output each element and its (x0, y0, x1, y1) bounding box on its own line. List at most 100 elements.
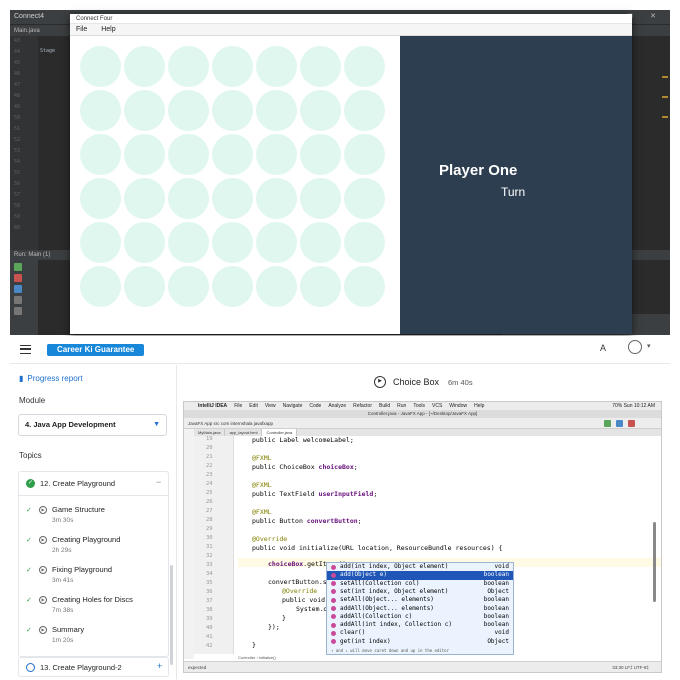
pause-icon[interactable] (14, 285, 22, 293)
top-bar: Career Ki Guarantee A ▾ (10, 336, 670, 364)
print-icon[interactable] (14, 307, 22, 315)
lesson-item[interactable]: ✓ ▶ Game Structure 3m 30s (19, 502, 168, 532)
board-hole[interactable] (80, 46, 121, 87)
menu-help[interactable]: Help (101, 26, 115, 33)
board-hole[interactable] (300, 178, 341, 219)
board-hole[interactable] (300, 90, 341, 131)
module-dropdown[interactable]: 4. Java App Development ▼ (18, 414, 167, 436)
method-icon (331, 606, 336, 612)
autocomplete-popup[interactable]: add(int index, Object element) void add(Ob… (326, 562, 514, 655)
board-hole[interactable] (80, 90, 121, 131)
code-token: userInputField (318, 490, 374, 498)
board-hole[interactable] (256, 222, 297, 263)
board-hole[interactable] (168, 222, 209, 263)
board-hole[interactable] (344, 266, 385, 307)
autocomplete-item[interactable]: clear() void (327, 629, 513, 637)
autocomplete-item[interactable]: add(int index, Object element) void (327, 563, 513, 571)
board-hole[interactable] (124, 46, 165, 87)
topic-header[interactable]: ✓ 12. Create Playground − (19, 472, 168, 496)
game-board[interactable] (70, 36, 400, 334)
board-hole[interactable] (212, 90, 253, 131)
line-number: 20 (206, 445, 213, 451)
board-hole[interactable] (168, 134, 209, 175)
board-hole[interactable] (256, 178, 297, 219)
board-hole[interactable] (344, 222, 385, 263)
topics-heading: Topics (19, 451, 42, 460)
board-hole[interactable] (168, 90, 209, 131)
collapse-icon[interactable]: − (156, 477, 161, 487)
board-hole[interactable] (300, 266, 341, 307)
progress-report-link[interactable]: ▮ Progress report (19, 374, 83, 383)
language-icon[interactable]: A (600, 343, 606, 353)
ij-line-gutter: 19 20 21 22 23 24 25 26 27 28 29 30 31 32 33 34 35 36 37 38… (194, 436, 234, 654)
tab-controller: Controller.java (262, 429, 298, 436)
board-hole[interactable] (256, 134, 297, 175)
lesson-item[interactable]: ✓ ▶ Fixing Playground 3m 41s (19, 562, 168, 592)
board-hole[interactable] (124, 266, 165, 307)
line-number: 29 (206, 526, 213, 532)
board-hole[interactable] (344, 46, 385, 87)
board-hole[interactable] (212, 46, 253, 87)
connect-four-window: Connect Four File Help Player One Turn (70, 14, 632, 334)
board-hole[interactable] (300, 46, 341, 87)
board-hole[interactable] (256, 46, 297, 87)
stop-icon[interactable] (14, 274, 22, 282)
sidebar-scrollbar[interactable] (170, 565, 173, 665)
board-hole[interactable] (168, 178, 209, 219)
menu-file[interactable]: File (76, 26, 87, 33)
autocomplete-item[interactable]: addAll(Collection c) boolean (327, 613, 513, 621)
check-icon: ✓ (26, 627, 32, 634)
board-hole[interactable] (256, 266, 297, 307)
line-number: 37 (206, 598, 213, 604)
lesson-item[interactable]: ✓ ▶ Creating Holes for Discs 7m 38s (19, 592, 168, 622)
autocomplete-item[interactable]: setAll(Object... elements) boolean (327, 596, 513, 604)
board-hole[interactable] (80, 222, 121, 263)
board-hole[interactable] (124, 134, 165, 175)
board-hole[interactable] (212, 222, 253, 263)
mac-menu-item: Build (379, 403, 391, 409)
autocomplete-item[interactable]: addAll(int index, Collection c) boolean (327, 621, 513, 629)
chevron-down-icon[interactable]: ▾ (647, 342, 651, 350)
profile-avatar-icon[interactable] (628, 340, 642, 354)
board-hole[interactable] (168, 266, 209, 307)
board-hole[interactable] (212, 266, 253, 307)
board-hole[interactable] (212, 178, 253, 219)
board-hole[interactable] (300, 134, 341, 175)
layout-icon[interactable] (14, 296, 22, 304)
board-hole[interactable] (168, 46, 209, 87)
board-hole[interactable] (256, 90, 297, 131)
board-hole[interactable] (344, 134, 385, 175)
board-hole[interactable] (124, 90, 165, 131)
board-hole[interactable] (124, 178, 165, 219)
autocomplete-item[interactable]: add(Object e) boolean (327, 571, 513, 580)
video-player[interactable]: IntelliJ IDEA File Edit View Navigate Code Ana… (183, 401, 662, 673)
board-hole[interactable] (212, 134, 253, 175)
board-hole[interactable] (344, 90, 385, 131)
method-signature: addAll(Object... elements) (340, 604, 434, 612)
board-hole[interactable] (80, 178, 121, 219)
lesson-duration: 7m 38s (52, 607, 74, 614)
method-signature: setAll(Object... elements) (340, 596, 434, 604)
board-hole[interactable] (344, 178, 385, 219)
lesson-item[interactable]: ✓ ▶ Creating Playground 2h 29s (19, 532, 168, 562)
ide-run-toolbar (10, 260, 38, 335)
expand-icon[interactable]: + (157, 661, 162, 671)
method-icon (331, 630, 336, 636)
line-number: 27 (206, 508, 213, 514)
line-number: 57 (14, 192, 21, 198)
topic-card-next[interactable]: 13. Create Playground-2 + (18, 657, 169, 677)
play-circle-icon[interactable]: ▶ (374, 376, 386, 388)
board-hole[interactable] (300, 222, 341, 263)
board-hole[interactable] (80, 266, 121, 307)
method-icon (331, 581, 336, 587)
autocomplete-item[interactable]: setAll(Collection col) boolean (327, 580, 513, 588)
code-line: }); (268, 623, 280, 631)
board-hole[interactable] (80, 134, 121, 175)
board-hole[interactable] (124, 222, 165, 263)
autocomplete-item[interactable]: set(int index, Object element) Object (327, 588, 513, 596)
autocomplete-item[interactable]: addAll(Object... elements) boolean (327, 605, 513, 613)
hamburger-menu-icon[interactable] (20, 345, 31, 354)
autocomplete-item[interactable]: get(int index) Object (327, 638, 513, 646)
lesson-item[interactable]: ✓ ▶ Summary 1m 20s (19, 622, 168, 652)
rerun-icon[interactable] (14, 263, 22, 271)
